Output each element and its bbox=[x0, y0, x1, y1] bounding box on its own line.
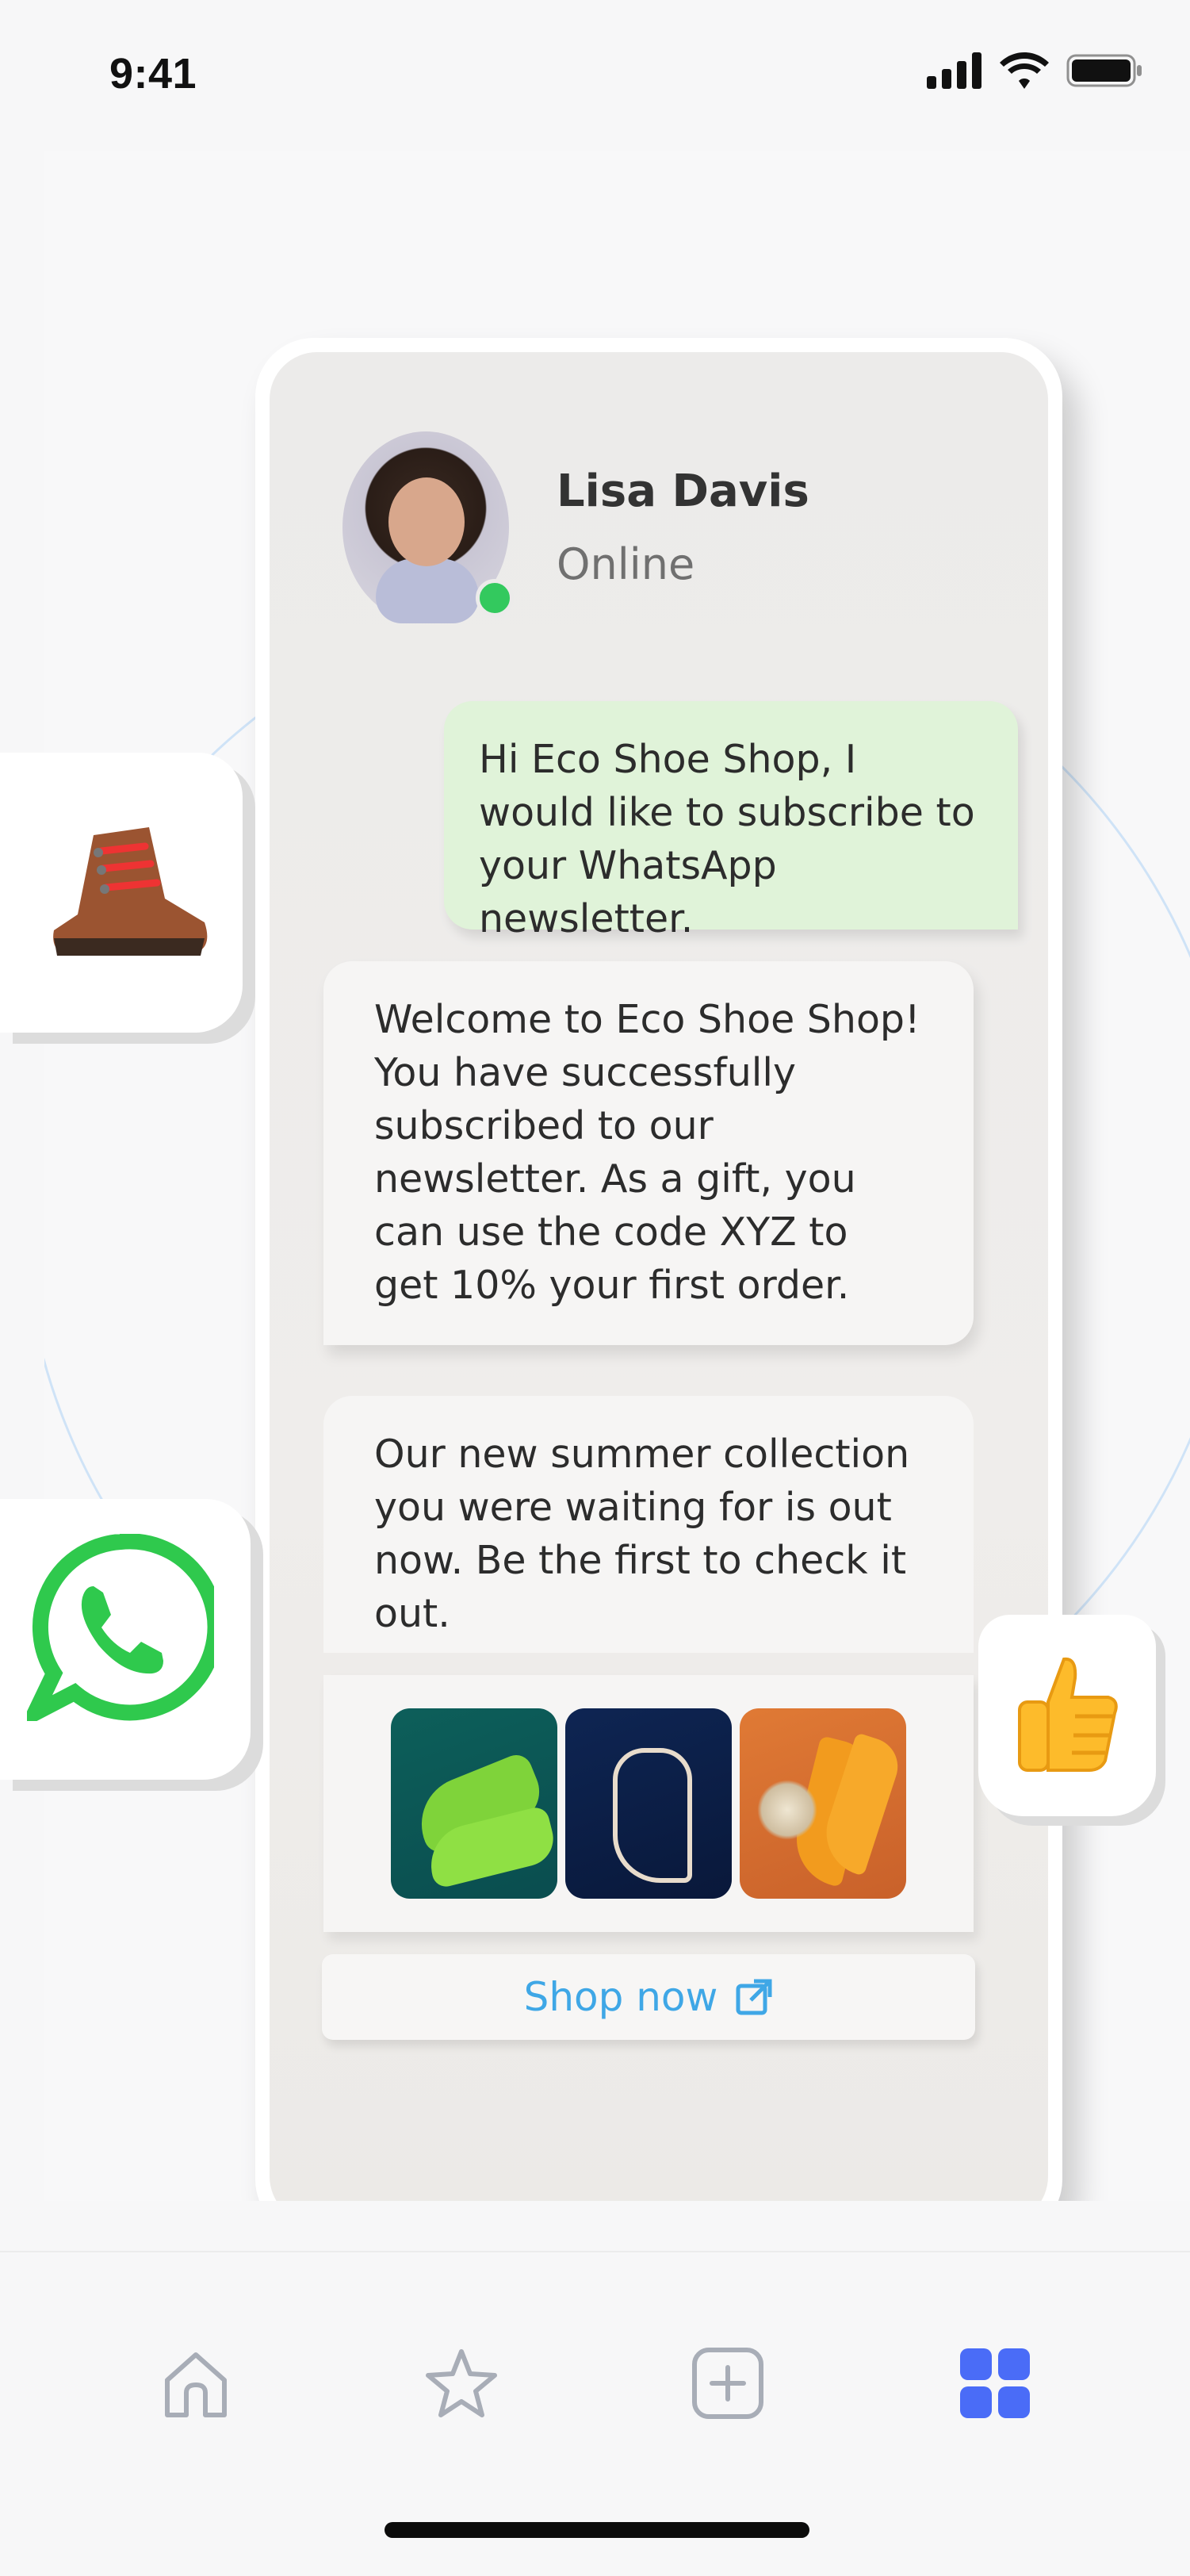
online-indicator bbox=[476, 579, 514, 617]
hiking-boot-emoji bbox=[53, 827, 208, 956]
hiking-boot-card bbox=[0, 753, 243, 1033]
message-incoming: Our new summer collection you were waiti… bbox=[323, 1396, 974, 1653]
add-square-icon bbox=[692, 2348, 763, 2419]
tab-home[interactable] bbox=[152, 2340, 239, 2427]
shop-now-label: Shop now bbox=[523, 1974, 718, 2020]
thumbs-up-card bbox=[978, 1615, 1156, 1816]
avatar bbox=[342, 431, 514, 623]
cellular-signal-icon bbox=[927, 52, 981, 89]
shop-now-button[interactable]: Shop now bbox=[322, 1954, 975, 2040]
white-sandals-image[interactable] bbox=[565, 1708, 732, 1899]
phone-mockup: Lisa Davis Online Hi Eco Shoe Shop, I wo… bbox=[255, 338, 1062, 2201]
home-indicator[interactable] bbox=[385, 2522, 809, 2538]
contact-status: Online bbox=[557, 539, 695, 589]
tab-apps[interactable] bbox=[951, 2340, 1039, 2427]
whatsapp-card bbox=[0, 1499, 251, 1780]
contact-info: Lisa Davis Online bbox=[557, 466, 809, 589]
battery-icon bbox=[1066, 54, 1142, 87]
sandal-shape bbox=[613, 1748, 692, 1883]
star-icon bbox=[426, 2349, 497, 2417]
chat-contact-header: Lisa Davis Online bbox=[342, 431, 809, 623]
whatsapp-logo bbox=[27, 1534, 214, 1721]
avatar-shirt bbox=[376, 558, 479, 623]
external-link-icon bbox=[736, 1979, 772, 2015]
avatar-face bbox=[388, 477, 465, 566]
green-sneakers-image[interactable] bbox=[391, 1708, 557, 1899]
wifi-icon bbox=[1000, 52, 1049, 89]
status-bar: 9:41 bbox=[0, 0, 1190, 151]
home-icon bbox=[165, 2352, 227, 2417]
orange-heels-image[interactable] bbox=[740, 1708, 906, 1899]
product-gallery bbox=[323, 1675, 974, 1932]
message-incoming: Welcome to Eco Shoe Shop! You have succe… bbox=[323, 961, 974, 1345]
tab-favorites[interactable] bbox=[418, 2340, 505, 2427]
flowers-shape bbox=[757, 1780, 817, 1840]
grid-icon bbox=[960, 2348, 1030, 2418]
status-time: 9:41 bbox=[109, 50, 197, 98]
status-icons bbox=[927, 52, 1142, 89]
message-outgoing: Hi Eco Shoe Shop, I would like to subscr… bbox=[444, 701, 1018, 941]
thumbs-up-emoji bbox=[1018, 1657, 1118, 1772]
illustration-area: Lisa Davis Online Hi Eco Shoe Shop, I wo… bbox=[44, 151, 1190, 2201]
tab-add[interactable] bbox=[684, 2340, 771, 2427]
contact-name: Lisa Davis bbox=[557, 466, 809, 517]
chat-screen: Lisa Davis Online Hi Eco Shoe Shop, I wo… bbox=[270, 352, 1048, 2201]
